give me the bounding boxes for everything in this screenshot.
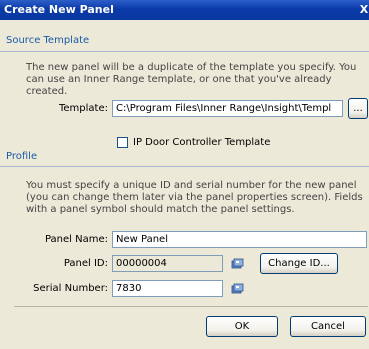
panel-name-field[interactable]: New Panel: [112, 231, 367, 248]
source-template-desc-1: The new panel will be a duplicate of the…: [26, 62, 357, 73]
cancel-button[interactable]: Cancel: [290, 316, 366, 337]
profile-heading: Profile: [6, 151, 38, 162]
panel-name-label: Panel Name:: [44, 234, 108, 245]
profile-desc-1: You must specify a unique ID and serial …: [26, 180, 357, 191]
template-label: Template:: [59, 103, 108, 114]
source-template-desc-2: can use an Inner Range template, or one …: [26, 74, 332, 97]
serial-number-field[interactable]: 7830: [112, 280, 223, 297]
close-button[interactable]: X: [357, 3, 369, 17]
profile-desc-2: (you can change them later via the panel…: [26, 192, 363, 203]
browse-button[interactable]: ...: [348, 98, 368, 119]
change-id-button[interactable]: Change ID...: [260, 253, 338, 274]
profile-divider: [0, 166, 369, 167]
ok-button[interactable]: OK: [206, 316, 278, 337]
window-title: Create New Panel: [4, 3, 114, 16]
panel-symbol-icon: [231, 258, 244, 269]
panel-id-label: Panel ID:: [63, 258, 108, 269]
ip-door-checkbox[interactable]: [117, 137, 128, 148]
profile-header: Profile: [0, 150, 369, 166]
source-template-header: Source Template: [0, 34, 369, 50]
action-divider: [14, 306, 368, 307]
panel-id-field: 00000004: [112, 255, 223, 272]
serial-number-label: Serial Number:: [33, 283, 108, 294]
panel-symbol-icon: [231, 283, 244, 294]
source-template-divider: [0, 51, 369, 52]
ip-door-label: IP Door Controller Template: [133, 137, 271, 148]
template-path-field[interactable]: C:\Program Files\Inner Range\Insight\Tem…: [112, 100, 343, 117]
title-bar: Create New Panel X: [0, 0, 369, 20]
source-template-heading: Source Template: [6, 35, 90, 46]
profile-desc-3: with a panel symbol should match the pan…: [26, 204, 295, 215]
